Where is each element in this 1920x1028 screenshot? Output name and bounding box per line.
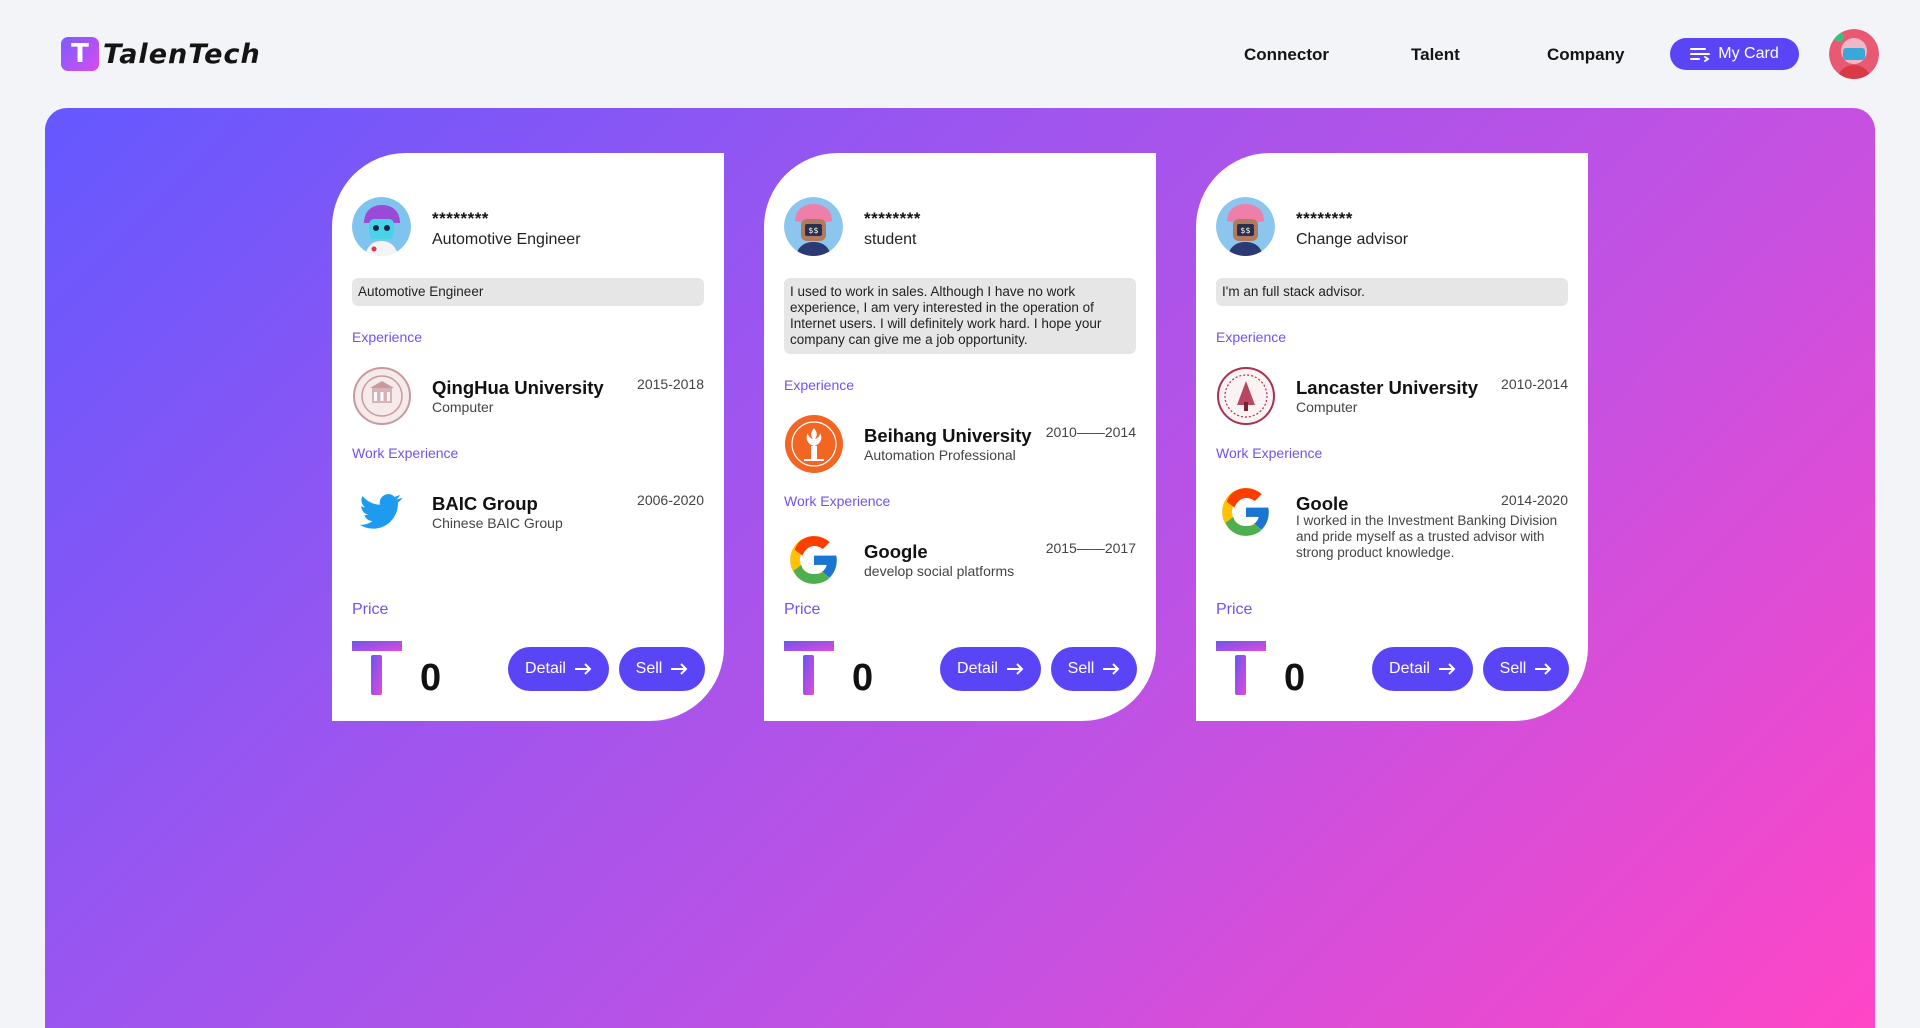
talent-job-title: student xyxy=(864,231,917,248)
talent-job-title: Automotive Engineer xyxy=(432,231,581,248)
talent-bio: Automotive Engineer xyxy=(352,278,704,306)
education-major: Computer xyxy=(432,399,494,415)
arrow-right-icon xyxy=(1103,663,1120,675)
google-g-icon xyxy=(784,530,844,590)
work-company: BAIC Group xyxy=(432,493,538,514)
education-label: Experience xyxy=(784,377,855,393)
robot-avatar-icon xyxy=(352,197,411,256)
user-avatar[interactable] xyxy=(1829,29,1879,79)
price-value: 0 xyxy=(852,657,874,699)
education-years: 2010-2014 xyxy=(1501,376,1568,392)
price-label: Price xyxy=(352,601,389,618)
work-detail: Chinese BAIC Group xyxy=(432,515,563,531)
education-school: QingHua University xyxy=(432,377,604,398)
twitter-bird-icon xyxy=(352,482,412,542)
top-header: T TalenTech Connector Talent Company My … xyxy=(0,0,1920,108)
talent-card: $$ ******** student I used to work in sa… xyxy=(764,153,1156,721)
talent-name-masked: ******** xyxy=(864,209,921,228)
education-entry: Beihang University Automation Profession… xyxy=(784,414,1136,474)
talent-name-masked: ******** xyxy=(432,209,489,228)
work-years: 2014-2020 xyxy=(1501,492,1568,508)
work-label: Work Experience xyxy=(352,445,459,461)
detail-label: Detail xyxy=(957,660,998,677)
education-major: Automation Professional xyxy=(864,447,1016,463)
svg-text:$$: $$ xyxy=(1240,226,1250,235)
work-entry: BAIC Group Chinese BAIC Group 2006-2020 xyxy=(352,482,704,542)
detail-label: Detail xyxy=(1389,660,1430,677)
talent-avatar xyxy=(352,197,411,256)
sell-label: Sell xyxy=(1067,660,1095,677)
education-label: Experience xyxy=(352,329,423,345)
nav-company[interactable]: Company xyxy=(1547,45,1624,65)
brand-logo[interactable]: T TalenTech xyxy=(61,36,261,72)
education-years: 2010——2014 xyxy=(1045,424,1136,440)
user-avatar-icon xyxy=(1829,29,1879,79)
bear-avatar-icon: $$ xyxy=(784,197,843,256)
price-value: 0 xyxy=(1284,657,1306,699)
talent-avatar: $$ xyxy=(784,197,843,256)
work-company: Goole xyxy=(1296,493,1349,514)
my-card-button[interactable]: My Card xyxy=(1670,38,1799,70)
talent-card: ******** Automotive Engineer Automotive … xyxy=(332,153,724,721)
work-entry: Google develop social platforms 2015——20… xyxy=(784,530,1136,590)
arrow-right-icon xyxy=(1438,663,1456,675)
sell-button[interactable]: Sell xyxy=(1051,647,1137,691)
work-years: 2006-2020 xyxy=(637,492,704,508)
arrow-right-icon xyxy=(574,663,592,675)
arrow-right-icon xyxy=(671,663,688,675)
talentech-token-icon xyxy=(1216,641,1266,695)
list-swap-icon xyxy=(1690,48,1711,62)
education-entry: QingHua University Computer 2015-2018 xyxy=(352,366,704,426)
work-detail: develop social platforms xyxy=(864,563,1015,579)
arrow-right-icon xyxy=(1006,663,1024,675)
education-major: Computer xyxy=(1296,399,1358,415)
sell-label: Sell xyxy=(635,660,663,677)
work-label: Work Experience xyxy=(1216,445,1323,461)
university-torch-icon xyxy=(784,414,844,474)
education-school: Beihang University xyxy=(864,425,1032,446)
work-entry: Goole I worked in the Investment Banking… xyxy=(1216,482,1568,560)
nav-talent[interactable]: Talent xyxy=(1411,45,1460,65)
talentech-token-icon xyxy=(352,641,402,695)
work-company: Google xyxy=(864,541,928,562)
price-label: Price xyxy=(784,601,821,618)
work-label: Work Experience xyxy=(784,493,891,509)
education-entry: Lancaster University Computer 2010-2014 xyxy=(1216,366,1568,426)
detail-button[interactable]: Detail xyxy=(940,647,1041,691)
detail-label: Detail xyxy=(525,660,566,677)
work-years: 2015——2017 xyxy=(1045,540,1136,556)
nav-connector[interactable]: Connector xyxy=(1244,45,1329,65)
sell-button[interactable]: Sell xyxy=(619,647,705,691)
brand-name: TalenTech xyxy=(103,38,261,70)
logo-mark-icon: T xyxy=(61,37,99,71)
talent-job-title: Change advisor xyxy=(1296,231,1409,248)
work-detail: I worked in the Investment Banking Divis… xyxy=(1296,513,1558,560)
talent-bio: I'm an full stack advisor. xyxy=(1216,278,1568,306)
svg-text:$$: $$ xyxy=(808,226,818,235)
price-label: Price xyxy=(1216,601,1253,618)
university-seal-icon xyxy=(352,366,412,426)
my-card-label: My Card xyxy=(1718,45,1779,62)
talent-name-masked: ******** xyxy=(1296,209,1353,228)
bear-avatar-icon: $$ xyxy=(1216,197,1275,256)
detail-button[interactable]: Detail xyxy=(508,647,609,691)
education-label: Experience xyxy=(1216,329,1287,345)
talent-avatar: $$ xyxy=(1216,197,1275,256)
education-years: 2015-2018 xyxy=(637,376,704,392)
detail-button[interactable]: Detail xyxy=(1372,647,1473,691)
talent-card: $$ ******** Change advisor I'm an full s… xyxy=(1196,153,1588,721)
google-g-icon xyxy=(1216,482,1276,542)
arrow-right-icon xyxy=(1535,663,1552,675)
sell-label: Sell xyxy=(1499,660,1527,677)
price-value: 0 xyxy=(420,657,442,699)
talentech-token-icon xyxy=(784,641,834,695)
talent-bio: I used to work in sales. Although I have… xyxy=(784,278,1136,354)
sell-button[interactable]: Sell xyxy=(1483,647,1569,691)
university-seal-icon xyxy=(1216,366,1276,426)
education-school: Lancaster University xyxy=(1296,377,1479,398)
